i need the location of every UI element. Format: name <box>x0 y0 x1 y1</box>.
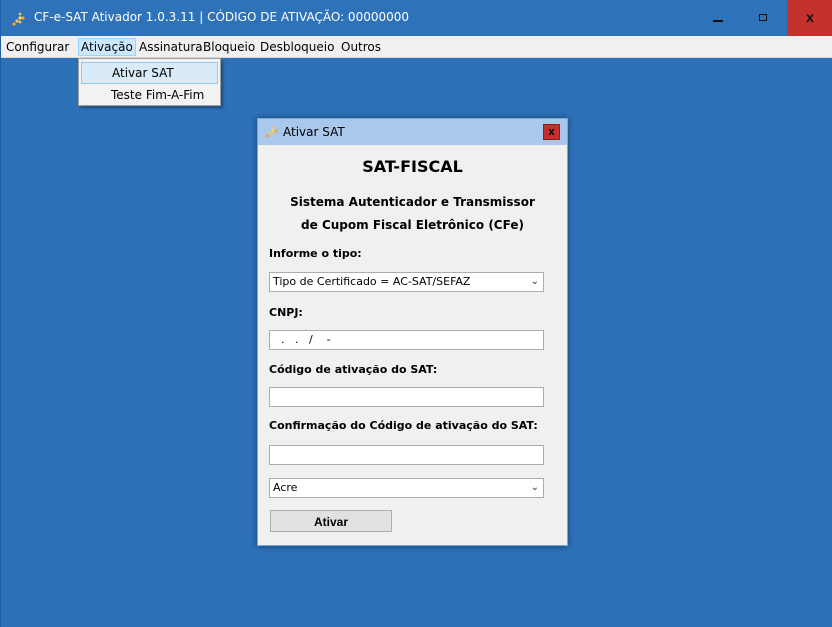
menu-outros[interactable]: Outros <box>339 38 383 56</box>
ativar-sat-dialog: Ativar SAT x SAT-FISCAL Sistema Autentic… <box>257 118 568 546</box>
app-window: CF-e-SAT Ativador 1.0.3.11 | CÓDIGO DE A… <box>0 0 832 627</box>
state-select[interactable]: Acre ⌄ <box>269 478 544 498</box>
certificate-type-value: Tipo de Certificado = AC-SAT/SEFAZ <box>273 275 471 288</box>
certificate-type-select[interactable]: Tipo de Certificado = AC-SAT/SEFAZ ⌄ <box>269 272 544 292</box>
menu-configurar[interactable]: Configurar <box>4 38 71 56</box>
menu-assinatura[interactable]: Assinatura <box>137 38 205 56</box>
chevron-down-icon: ⌄ <box>530 482 539 493</box>
close-icon: x <box>806 9 814 25</box>
activation-code-label: Código de ativação do SAT: <box>269 363 438 376</box>
cnpj-label: CNPJ: <box>269 306 303 319</box>
dialog-subtitle-line1: Sistema Autenticador e Transmissor <box>290 195 535 209</box>
type-label: Informe o tipo: <box>269 247 362 260</box>
app-arrow-icon <box>265 125 278 138</box>
maximize-button[interactable] <box>741 0 787 36</box>
minimize-icon <box>713 20 723 22</box>
dialog-title: Ativar SAT <box>283 125 345 139</box>
maximize-icon <box>759 14 767 21</box>
chevron-down-icon: ⌄ <box>530 276 539 287</box>
state-value: Acre <box>273 481 298 494</box>
menu-bloqueio[interactable]: Bloqueio <box>201 38 257 56</box>
minimize-button[interactable] <box>695 0 741 36</box>
confirm-code-input[interactable] <box>269 445 544 465</box>
menu-ativar-sat[interactable]: Ativar SAT <box>81 62 218 84</box>
close-button[interactable]: x <box>787 0 832 36</box>
dialog-heading: SAT-FISCAL <box>362 157 463 176</box>
dialog-close-button[interactable]: x <box>543 124 560 140</box>
menu-desbloqueio[interactable]: Desbloqueio <box>258 38 336 56</box>
activate-button[interactable]: Ativar <box>270 510 392 532</box>
cnpj-input[interactable]: . . / - <box>269 330 544 350</box>
dialog-title-bar[interactable]: Ativar SAT x <box>258 119 567 145</box>
title-bar[interactable]: CF-e-SAT Ativador 1.0.3.11 | CÓDIGO DE A… <box>1 0 832 36</box>
menu-bar: Configurar Ativação Assinatura Bloqueio … <box>1 36 832 58</box>
app-arrow-icon <box>12 12 25 26</box>
ativacao-dropdown: Ativar SAT Teste Fim-A-Fim <box>78 58 221 106</box>
window-title: CF-e-SAT Ativador 1.0.3.11 | CÓDIGO DE A… <box>34 10 410 24</box>
menu-ativacao[interactable]: Ativação <box>78 38 136 56</box>
activation-code-input[interactable] <box>269 387 544 407</box>
dialog-subtitle-line2: de Cupom Fiscal Eletrônico (CFe) <box>301 218 524 232</box>
confirm-code-label: Confirmação do Código de ativação do SAT… <box>269 419 538 432</box>
menu-teste-fim-a-fim[interactable]: Teste Fim-A-Fim <box>81 84 218 106</box>
